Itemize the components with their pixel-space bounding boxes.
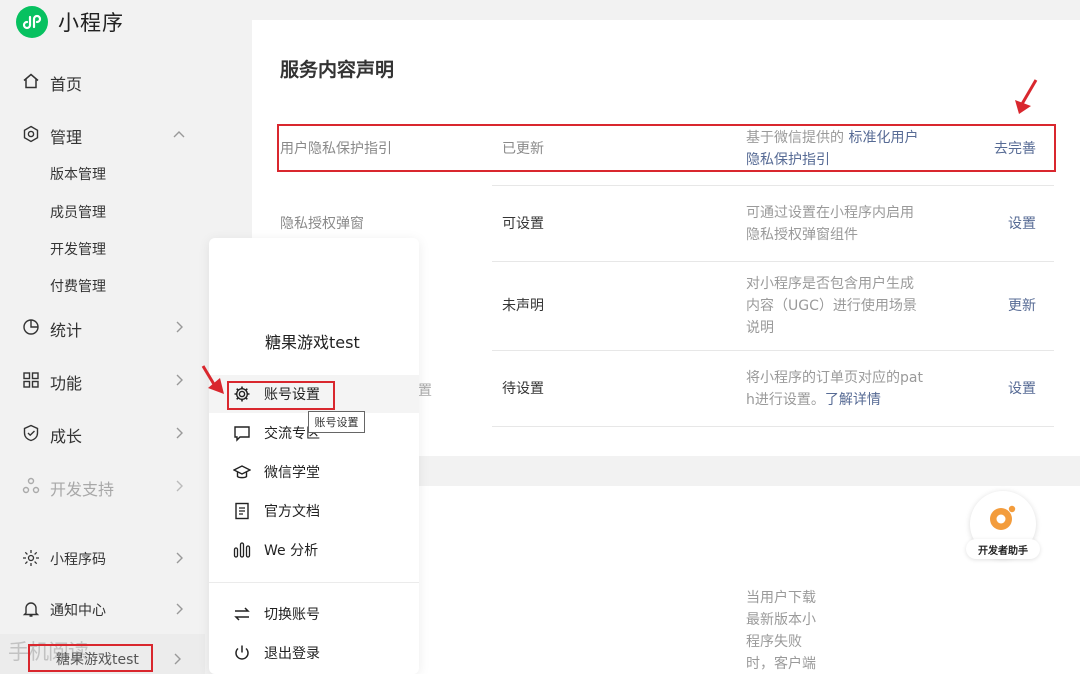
sidebar-item-label: 管理 xyxy=(50,128,83,147)
section-title: 服务内容声明 xyxy=(280,59,395,81)
menu-item-label: We 分析 xyxy=(264,543,319,559)
sidebar-item-label: 功能 xyxy=(50,374,83,393)
sidebar-subitem-members[interactable]: 成员管理 xyxy=(50,202,106,222)
chevron-right-icon xyxy=(174,653,181,665)
menu-item-academy[interactable]: 微信学堂 xyxy=(209,453,419,491)
menu-item-label: 微信学堂 xyxy=(264,465,320,481)
sidebar-item-features[interactable]: 功能 xyxy=(0,363,200,397)
settings-link[interactable]: 设置 xyxy=(1008,213,1036,235)
chevron-right-icon xyxy=(176,603,183,615)
lower-desc: 当用户下载 xyxy=(746,590,816,606)
sidebar-item-stats[interactable]: 统计 xyxy=(0,310,200,344)
shield-icon xyxy=(23,424,39,442)
sidebar-item-growth[interactable]: 成长 xyxy=(0,416,200,450)
settings-link[interactable]: 设置 xyxy=(1008,378,1036,400)
row-desc: h进行设置。了解详情 xyxy=(746,389,881,411)
row-desc: 对小程序是否包含用户生成 xyxy=(746,276,914,292)
chevron-right-icon xyxy=(176,374,183,386)
bell-icon xyxy=(22,602,40,617)
row-desc: 将小程序的订单页对应的pat xyxy=(746,370,923,386)
analytics-icon xyxy=(233,542,251,558)
sidebar-item-dev-support[interactable]: 开发支持 xyxy=(0,469,200,503)
sidebar-subitem-dev[interactable]: 开发管理 xyxy=(50,239,106,259)
menu-item-label: 退出登录 xyxy=(264,646,320,662)
sidebar-item-label: 开发支持 xyxy=(50,480,115,499)
helper-icon xyxy=(990,505,1016,530)
row-divider xyxy=(492,185,1054,186)
row-desc-text: h进行设置。 xyxy=(746,392,825,408)
chevron-right-icon xyxy=(176,552,183,564)
menu-item-logout[interactable]: 退出登录 xyxy=(209,634,419,672)
sidebar-item-home[interactable]: 首页 xyxy=(0,64,200,98)
row-name: 隐私授权弹窗 xyxy=(280,216,364,232)
menu-item-switch-account[interactable]: 切换账号 xyxy=(209,595,419,633)
chevron-right-icon xyxy=(176,321,183,333)
graduation-cap-icon xyxy=(233,465,251,479)
annotation-box-privacy-row xyxy=(277,124,1056,172)
lower-desc: 时，客户端 xyxy=(746,656,816,672)
menu-item-label: 切换账号 xyxy=(264,607,320,623)
sidebar-item-label: 统计 xyxy=(50,321,83,340)
grid-icon xyxy=(23,372,39,388)
row-desc: 可通过设置在小程序内启用 xyxy=(746,205,914,221)
document-icon xyxy=(235,502,249,520)
menu-item-we-analytics[interactable]: We 分析 xyxy=(209,531,419,569)
learn-more-link[interactable]: 了解详情 xyxy=(825,392,881,408)
sidebar-item-label: 成长 xyxy=(50,427,83,446)
power-icon xyxy=(235,645,249,660)
popup-account-name: 糖果游戏test xyxy=(265,333,360,352)
chevron-right-icon xyxy=(176,480,183,492)
menu-item-docs[interactable]: 官方文档 xyxy=(209,492,419,530)
app-title: 小程序 xyxy=(58,11,124,35)
sidebar-subitem-payment[interactable]: 付费管理 xyxy=(50,276,106,296)
sidebar-item-label: 通知中心 xyxy=(50,603,106,619)
nodes-icon xyxy=(22,477,40,494)
row-desc: 隐私授权弹窗组件 xyxy=(746,227,858,243)
sidebar-item-manage[interactable]: 管理 xyxy=(0,117,200,151)
annotation-arrow-icon xyxy=(1015,79,1038,114)
menu-item-label: 官方文档 xyxy=(264,504,320,520)
row-desc: 内容（UGC）进行使用场景 xyxy=(746,298,917,314)
popup-divider xyxy=(209,582,419,583)
row-divider xyxy=(492,426,1054,427)
row-status: 可设置 xyxy=(502,216,544,232)
annotation-box-account xyxy=(28,644,153,672)
switch-arrows-icon xyxy=(234,607,250,621)
sidebar-item-qrcode[interactable]: 小程序码 xyxy=(0,541,200,575)
chevron-up-icon xyxy=(173,131,185,138)
annotation-box-account-settings xyxy=(227,381,335,410)
tooltip: 账号设置 xyxy=(308,411,365,433)
sidebar-item-label: 小程序码 xyxy=(50,552,106,568)
sidebar-subitem-version[interactable]: 版本管理 xyxy=(50,164,106,184)
chat-icon xyxy=(234,426,250,442)
row-divider xyxy=(492,261,1054,262)
sidebar-item-notifications[interactable]: 通知中心 xyxy=(0,592,200,626)
row-status: 待设置 xyxy=(502,381,544,397)
app-logo[interactable]: 小程序 xyxy=(16,6,124,38)
annotation-arrow-icon xyxy=(201,365,224,394)
developer-helper-label[interactable]: 开发者助手 xyxy=(966,539,1040,559)
lower-desc: 最新版本小 xyxy=(746,612,816,628)
sun-code-icon xyxy=(23,550,39,566)
row-name-partial: 置 xyxy=(418,383,432,399)
miniprogram-logo-icon xyxy=(16,6,48,38)
row-status: 未声明 xyxy=(502,298,544,314)
update-link[interactable]: 更新 xyxy=(1008,295,1036,317)
chevron-right-icon xyxy=(176,427,183,439)
lower-desc: 程序失败 xyxy=(746,634,802,650)
home-icon xyxy=(23,73,39,89)
row-desc: 说明 xyxy=(746,320,774,336)
row-divider xyxy=(492,350,1054,351)
settings-hexagon-icon xyxy=(23,125,39,143)
pie-chart-icon xyxy=(23,319,39,335)
sidebar-item-label: 首页 xyxy=(50,75,83,94)
